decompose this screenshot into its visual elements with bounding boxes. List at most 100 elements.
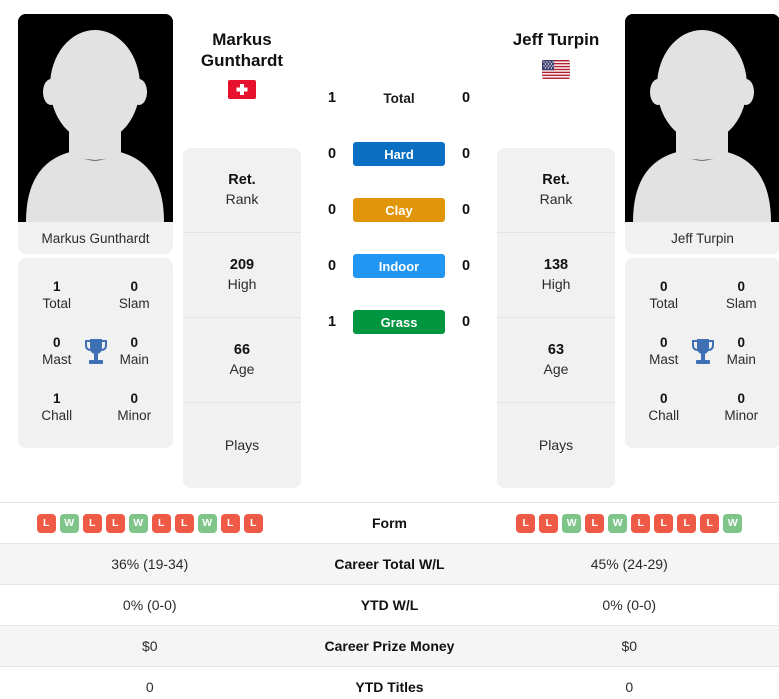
form-badge-win[interactable]: W (608, 513, 628, 533)
right-form-cell: LLWLWLLLLW (480, 513, 779, 533)
form-badge-loss[interactable]: L (36, 513, 56, 533)
h2h-clay-right-score: 0 (461, 202, 471, 218)
surface-badge-clay[interactable]: Clay (353, 198, 445, 222)
row-label-ytd-titles: YTD Titles (355, 679, 424, 695)
h2h-hard-left-score: 0 (327, 146, 337, 162)
left-rank-current-value: Ret. (228, 172, 256, 189)
table-row-form: LWLLWLLWLL Form LLWLWLLLLW (0, 502, 779, 543)
h2h-row-indoor: 0 Indoor 0 (311, 238, 487, 294)
row-label-ytd-wl: YTD W/L (360, 597, 419, 613)
h2h-indoor-left-score: 0 (327, 258, 337, 274)
form-badge-loss[interactable]: L (585, 513, 605, 533)
titles-slam-value: 0 (737, 279, 745, 295)
left-player-header: Markus Gunthardt (183, 14, 301, 148)
form-badge-win[interactable]: W (723, 513, 743, 533)
flag-switzerland-icon (228, 80, 256, 100)
right-rank-age: 63 Age (497, 318, 615, 403)
form-badge-loss[interactable]: L (539, 513, 559, 533)
titles-row-total-slam: 0 Total 0 Slam (625, 268, 779, 324)
surface-badge-hard[interactable]: Hard (353, 142, 445, 166)
right-player-info-column: Jeff Turpin Ret. Rank 138 High 63 Age Pl… (497, 14, 615, 488)
h2h-row-total: 1 Total 0 (311, 70, 487, 126)
left-rank-high: 209 High (183, 233, 301, 318)
surface-badge-grass[interactable]: Grass (353, 310, 445, 334)
left-player-photo (18, 14, 173, 222)
h2h-row-grass: 1 Grass 0 (311, 294, 487, 350)
form-badge-loss[interactable]: L (700, 513, 720, 533)
left-career-total-wl: 36% (19-34) (111, 556, 189, 572)
right-age-label: Age (543, 361, 569, 378)
form-badge-loss[interactable]: L (243, 513, 263, 533)
trophy-icon (691, 339, 714, 364)
row-label-career-prize-money: Career Prize Money (324, 638, 455, 654)
right-player-photo (625, 14, 779, 222)
right-player-name: Jeff Turpin (512, 30, 600, 49)
form-badge-loss[interactable]: L (105, 513, 125, 533)
left-form-cell: LWLLWLLWLL (0, 513, 300, 533)
form-badge-loss[interactable]: L (151, 513, 171, 533)
titles-row-chall-minor: 0 Chall 0 Minor (625, 380, 779, 436)
titles-slam: 0 Slam (703, 279, 779, 313)
row-label-form: Form (372, 515, 407, 531)
titles-row-mast-main: 0 Mast 0 Main (18, 324, 173, 380)
left-age-value: 66 (233, 342, 251, 359)
h2h-grass-right-score: 0 (461, 314, 471, 330)
right-ytd-titles: 0 (625, 679, 634, 695)
form-badge-win[interactable]: W (562, 513, 582, 533)
h2h-row-clay: 0 Clay 0 (311, 182, 487, 238)
form-badge-loss[interactable]: L (677, 513, 697, 533)
titles-row-chall-minor: 1 Chall 0 Minor (18, 380, 173, 436)
right-player-photo-label: Jeff Turpin (625, 222, 779, 254)
form-badge-loss[interactable]: L (516, 513, 536, 533)
left-age-label: Age (229, 361, 255, 378)
left-player-info-column: Markus Gunthardt Ret. Rank 209 High 66 A… (183, 14, 301, 488)
left-form-badges: LWLLWLLWLL (36, 513, 263, 533)
titles-chall: 0 Chall (625, 391, 703, 425)
h2h-clay-left-score: 0 (327, 202, 337, 218)
right-player-column: Jeff Turpin 0 Total 0 Slam 0 Mast 0 Main… (625, 14, 779, 448)
right-ytd-wl: 0% (0-0) (602, 597, 657, 613)
titles-slam-value: 0 (130, 279, 138, 295)
h2h-total-label: Total (383, 90, 415, 106)
stats-comparison-table: LWLLWLLWLL Form LLWLWLLLLW 36% (19-34) C… (0, 502, 779, 699)
titles-minor-value: 0 (130, 391, 138, 407)
titles-slam-label: Slam (725, 296, 757, 311)
form-badge-loss[interactable]: L (174, 513, 194, 533)
titles-minor: 0 Minor (96, 391, 174, 425)
form-badge-win[interactable]: W (197, 513, 217, 533)
left-ytd-titles: 0 (145, 679, 154, 695)
player-silhouette-icon (18, 14, 173, 222)
left-ytd-wl: 0% (0-0) (122, 597, 177, 613)
form-badge-loss[interactable]: L (82, 513, 102, 533)
right-rank-current-label: Rank (539, 191, 573, 208)
titles-chall-label: Chall (648, 408, 680, 423)
head-to-head-column: 1 Total 0 0 Hard 0 0 Clay 0 0 Indoor 0 1… (311, 14, 487, 350)
left-player-titles-card: 1 Total 0 Slam 0 Mast 0 Main 1 Chall 0 M… (18, 258, 173, 448)
form-badge-loss[interactable]: L (631, 513, 651, 533)
titles-total-label: Total (649, 296, 679, 311)
left-rank-age: 66 Age (183, 318, 301, 403)
titles-chall-label: Chall (41, 408, 73, 423)
titles-minor-label: Minor (117, 408, 152, 423)
right-rank-current-value: Ret. (542, 172, 570, 189)
surface-badge-indoor[interactable]: Indoor (353, 254, 445, 278)
titles-total: 1 Total (18, 279, 96, 313)
left-rank-current: Ret. Rank (183, 148, 301, 233)
right-rank-current: Ret. Rank (497, 148, 615, 233)
table-row-ytd-titles: 0 YTD Titles 0 (0, 666, 779, 699)
left-rank-high-label: High (227, 276, 257, 293)
right-plays-label: Plays (538, 437, 574, 454)
form-badge-win[interactable]: W (59, 513, 79, 533)
table-row-career-total-wl: 36% (19-34) Career Total W/L 45% (24-29) (0, 543, 779, 584)
right-age-value: 63 (547, 342, 565, 359)
form-badge-win[interactable]: W (128, 513, 148, 533)
form-badge-loss[interactable]: L (654, 513, 674, 533)
left-rank-plays: Plays (183, 403, 301, 488)
form-badge-loss[interactable]: L (220, 513, 240, 533)
titles-row-total-slam: 1 Total 0 Slam (18, 268, 173, 324)
titles-chall: 1 Chall (18, 391, 96, 425)
titles-minor-value: 0 (737, 391, 745, 407)
left-player-rank-card: Ret. Rank 209 High 66 Age Plays (183, 148, 301, 488)
titles-chall-value: 1 (52, 391, 61, 407)
h2h-total-right-score: 0 (461, 90, 471, 106)
